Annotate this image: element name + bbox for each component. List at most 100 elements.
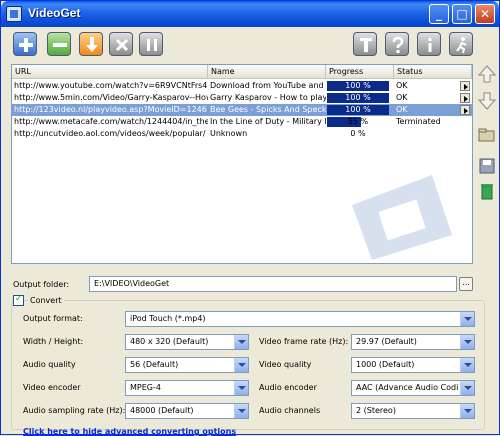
row-status: OK bbox=[396, 81, 408, 90]
column-status[interactable]: Status bbox=[394, 65, 472, 79]
play-icon[interactable] bbox=[460, 81, 470, 91]
table-row[interactable]: http://www.5min.com/Video/Garry-Kasparov… bbox=[12, 92, 472, 104]
options-button[interactable] bbox=[353, 32, 377, 56]
recycle-icon[interactable] bbox=[477, 181, 497, 201]
audio-quality-label: Audio quality bbox=[23, 360, 76, 369]
plus-icon bbox=[19, 38, 33, 52]
table-row[interactable]: http://uncutvideo.aol.com/videos/week/po… bbox=[12, 128, 472, 140]
output-format-select[interactable]: iPod Touch (*.mp4) bbox=[125, 311, 475, 327]
row-status bbox=[394, 128, 458, 140]
chevron-down-icon bbox=[460, 335, 474, 349]
row-status: Terminated bbox=[396, 117, 441, 126]
save-icon[interactable] bbox=[477, 156, 497, 176]
frame-rate-label: Video frame rate (Hz): bbox=[259, 337, 349, 346]
minus-icon bbox=[53, 43, 67, 47]
help-icon bbox=[392, 36, 404, 53]
row-name: Bee Gees - Spicks And Speck bbox=[210, 105, 326, 114]
progress-bar: 55 % bbox=[327, 117, 389, 127]
output-format-label: Output format: bbox=[23, 314, 83, 323]
chevron-down-icon bbox=[460, 312, 474, 326]
browse-folder-button[interactable]: ... bbox=[459, 277, 473, 291]
sampling-rate-select[interactable]: 48000 (Default) bbox=[125, 403, 249, 419]
frame-rate-select[interactable]: 29.97 (Default) bbox=[351, 334, 475, 350]
convert-checkbox[interactable] bbox=[13, 294, 24, 306]
video-quality-label: Video quality bbox=[259, 360, 312, 369]
close-button[interactable]: ✕ bbox=[475, 4, 495, 24]
app-icon bbox=[6, 6, 22, 22]
row-url: http://www.metacafe.com/watch/1244404/in… bbox=[14, 117, 208, 126]
row-name: In the Line of Duty - Military M bbox=[210, 117, 326, 126]
audio-quality-select[interactable]: 56 (Default) bbox=[125, 357, 249, 373]
progress-text: 100 % bbox=[345, 105, 371, 114]
chevron-down-icon bbox=[234, 358, 248, 372]
progress-text: 55 % bbox=[347, 117, 369, 126]
move-down-icon[interactable] bbox=[477, 91, 497, 111]
info-icon bbox=[428, 38, 432, 52]
row-status: OK bbox=[396, 105, 408, 114]
video-encoder-label: Video encoder bbox=[23, 383, 81, 392]
row-status: OK bbox=[396, 93, 408, 102]
progress-bar: 100 % bbox=[327, 81, 389, 91]
row-name: Download from YouTube and bbox=[210, 81, 324, 90]
download-list[interactable]: URL Name Progress Status http://www.yout… bbox=[11, 64, 473, 264]
tools-icon bbox=[360, 38, 372, 52]
row-url: http://www.youtube.com/watch?v=6R9VCNtFr… bbox=[14, 81, 208, 90]
chevron-down-icon bbox=[234, 335, 248, 349]
folder-icon[interactable] bbox=[477, 125, 497, 145]
download-arrow-icon bbox=[86, 37, 98, 52]
column-progress[interactable]: Progress bbox=[326, 65, 394, 79]
sampling-rate-label: Audio sampling rate (Hz): bbox=[23, 406, 126, 415]
row-name: Unknown bbox=[210, 129, 248, 138]
pause-icon bbox=[147, 39, 157, 51]
output-folder-label: Output folder: bbox=[13, 280, 70, 289]
chevron-down-icon bbox=[460, 404, 474, 418]
audio-channels-select[interactable]: 2 (Stereo) bbox=[351, 403, 475, 419]
video-encoder-select[interactable]: MPEG-4 bbox=[125, 380, 249, 396]
table-row[interactable]: http://123video.nl/playvideo.asp?MovieID… bbox=[12, 104, 472, 116]
start-download-button[interactable] bbox=[79, 32, 103, 56]
width-height-label: Width / Height: bbox=[23, 337, 84, 346]
audio-channels-label: Audio channels bbox=[259, 406, 321, 415]
audio-encoder-label: Audio encoder bbox=[259, 383, 317, 392]
column-name[interactable]: Name bbox=[208, 65, 326, 79]
help-button[interactable] bbox=[385, 32, 409, 56]
width-height-select[interactable]: 480 x 320 (Default) bbox=[125, 334, 249, 350]
film-watermark-icon bbox=[352, 175, 452, 260]
maximize-button[interactable]: □ bbox=[452, 4, 472, 24]
move-up-icon[interactable] bbox=[477, 64, 497, 84]
progress-bar: 0 % bbox=[327, 129, 389, 139]
add-download-button[interactable] bbox=[13, 32, 37, 56]
progress-bar: 100 % bbox=[327, 105, 389, 115]
chevron-down-icon bbox=[234, 381, 248, 395]
stop-icon bbox=[115, 38, 129, 52]
audio-encoder-select[interactable]: AAC (Advance Audio Codir bbox=[351, 380, 475, 396]
chevron-down-icon bbox=[460, 381, 474, 395]
table-row[interactable]: http://www.metacafe.com/watch/1244404/in… bbox=[12, 116, 472, 128]
output-folder-field[interactable]: E:\VIDEO\VideoGet bbox=[89, 276, 457, 292]
table-row[interactable]: http://www.youtube.com/watch?v=6R9VCNtFr… bbox=[12, 80, 472, 92]
chevron-down-icon bbox=[460, 358, 474, 372]
play-icon[interactable] bbox=[460, 93, 470, 103]
chevron-down-icon bbox=[234, 404, 248, 418]
stop-download-button[interactable] bbox=[109, 32, 133, 56]
remove-download-button[interactable] bbox=[47, 32, 71, 56]
title-bar[interactable]: VideoGet _ □ ✕ bbox=[1, 1, 499, 27]
window-title: VideoGet bbox=[28, 6, 81, 20]
row-url: http://uncutvideo.aol.com/videos/week/po… bbox=[14, 129, 206, 138]
progress-text: 100 % bbox=[345, 81, 371, 90]
row-url: http://www.5min.com/Video/Garry-Kasparov… bbox=[14, 93, 208, 102]
row-name: Garry Kasparov - How to play bbox=[210, 93, 326, 102]
minimize-button[interactable]: _ bbox=[429, 4, 449, 24]
column-url[interactable]: URL bbox=[12, 65, 208, 79]
convert-label: Convert bbox=[28, 296, 64, 305]
pause-download-button[interactable] bbox=[139, 32, 163, 56]
play-icon[interactable] bbox=[460, 105, 470, 115]
info-button[interactable] bbox=[417, 32, 441, 56]
row-url: http://123video.nl/playvideo.asp?MovieID… bbox=[14, 105, 207, 114]
list-header: URL Name Progress Status bbox=[12, 65, 472, 79]
progress-bar: 100 % bbox=[327, 93, 389, 103]
exit-button[interactable] bbox=[449, 32, 473, 56]
videoget-window: VideoGet _ □ ✕ URL Name Progress Status bbox=[0, 0, 500, 436]
progress-text: 100 % bbox=[345, 93, 371, 102]
video-quality-select[interactable]: 1000 (Default) bbox=[351, 357, 475, 373]
